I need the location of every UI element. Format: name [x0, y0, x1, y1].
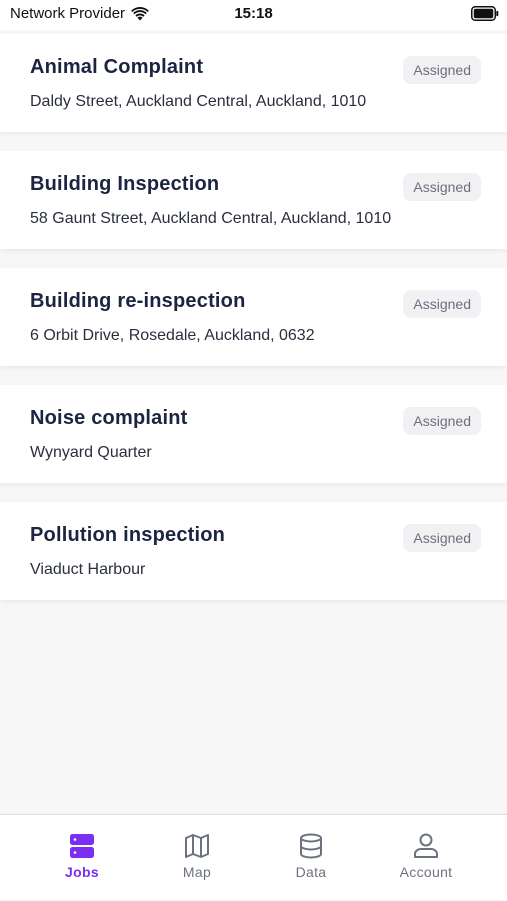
job-address: Wynyard Quarter [30, 444, 152, 461]
job-address: 58 Gaunt Street, Auckland Central, Auckl… [30, 210, 392, 227]
tab-jobs-label: Jobs [65, 864, 99, 880]
jobs-icon [70, 834, 94, 858]
job-card[interactable]: Building re-inspection 6 Orbit Drive, Ro… [0, 268, 507, 366]
job-list: Animal Complaint Daldy Street, Auckland … [0, 34, 507, 619]
job-card[interactable]: Noise complaint Wynyard Quarter Assigned [0, 385, 507, 483]
job-title: Noise complaint [30, 407, 188, 429]
tab-map-label: Map [182, 864, 212, 880]
job-title: Animal Complaint [30, 56, 204, 78]
tab-map[interactable]: Map [134, 815, 260, 901]
job-address: Viaduct Harbour [30, 561, 146, 578]
job-title: Building Inspection [30, 173, 220, 195]
user-icon [414, 833, 438, 858]
tab-data[interactable]: Data [248, 815, 374, 901]
status-time: 15:18 [234, 5, 273, 22]
database-icon [300, 833, 322, 859]
tab-account-label: Account [399, 864, 453, 880]
status-bar: Network Provider 15:18 [0, 0, 507, 30]
tab-jobs[interactable]: Jobs [19, 815, 145, 901]
job-title: Pollution inspection [30, 524, 226, 546]
job-card[interactable]: Animal Complaint Daldy Street, Auckland … [0, 34, 507, 132]
job-card[interactable]: Building Inspection 58 Gaunt Street, Auc… [0, 151, 507, 249]
job-card[interactable]: Pollution inspection Viaduct Harbour Ass… [0, 502, 507, 600]
job-address: 6 Orbit Drive, Rosedale, Auckland, 0632 [30, 327, 315, 344]
status-badge: Assigned [403, 173, 481, 201]
status-badge: Assigned [403, 407, 481, 435]
tab-bar: Jobs Map Data Account [0, 814, 507, 900]
map-icon [185, 834, 209, 858]
status-badge: Assigned [403, 290, 481, 318]
tab-account[interactable]: Account [363, 815, 489, 901]
job-address: Daldy Street, Auckland Central, Auckland… [30, 93, 367, 110]
job-title: Building re-inspection [30, 290, 246, 312]
status-badge: Assigned [403, 56, 481, 84]
tab-data-label: Data [295, 864, 327, 880]
battery-icon [471, 6, 499, 21]
status-badge: Assigned [403, 524, 481, 552]
